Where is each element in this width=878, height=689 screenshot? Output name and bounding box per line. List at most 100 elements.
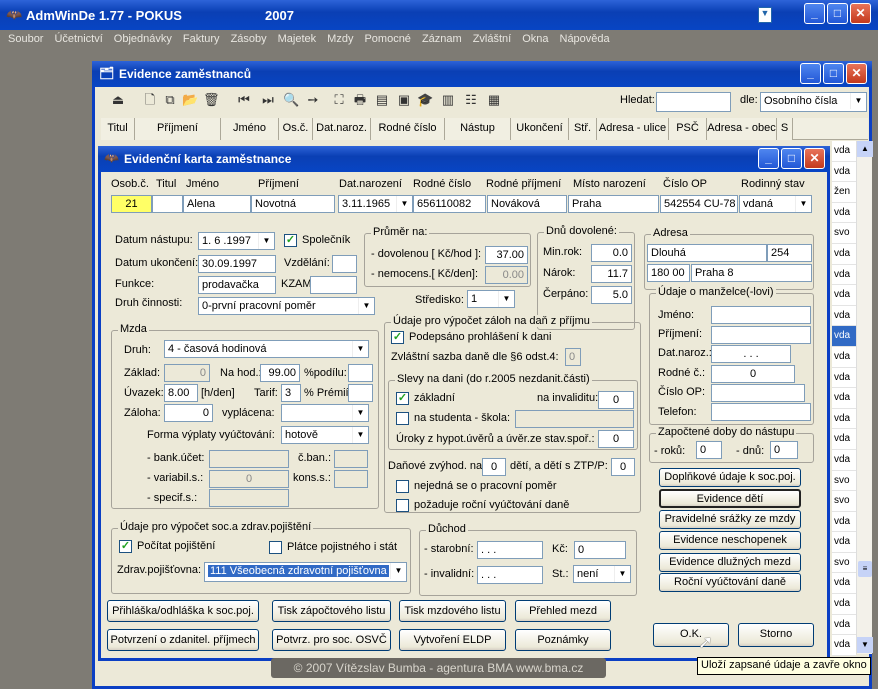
chevron-down-icon[interactable]: ▼	[498, 291, 514, 307]
spolecnik-checkbox[interactable]: ✓	[284, 234, 297, 247]
kzam-field[interactable]	[310, 276, 357, 294]
search-input[interactable]	[656, 92, 731, 112]
menu-item-0[interactable]: Soubor	[8, 33, 43, 45]
side-button[interactable]: Evidence neschopenek	[659, 531, 801, 550]
column-header[interactable]: Jméno	[221, 118, 279, 140]
zaklad-field[interactable]: 0	[164, 364, 210, 382]
chevron-down-icon[interactable]: ▼	[850, 93, 866, 109]
close-button[interactable]: ✕	[850, 3, 871, 24]
minimize-button[interactable]: _	[804, 3, 825, 24]
vyplacena-select[interactable]: ▼	[281, 404, 369, 422]
prijmeni-field[interactable]: Novotná	[251, 195, 335, 213]
studenta-checkbox[interactable]	[396, 412, 409, 425]
tarif-field[interactable]: 3	[281, 384, 301, 402]
list-item[interactable]: vda	[832, 615, 856, 636]
m-op-field[interactable]	[711, 384, 805, 402]
scroll-thumb[interactable]: ≡	[858, 561, 872, 577]
column-header[interactable]: PSČ	[669, 118, 707, 140]
uroky-field[interactable]: 0	[598, 430, 634, 448]
app-flag-icon[interactable]: ▼	[758, 7, 772, 23]
zakladni-checkbox[interactable]: ✓	[396, 392, 409, 405]
scroll-up-icon[interactable]: ▲	[857, 141, 873, 157]
find-icon[interactable]: 🔍	[283, 92, 299, 108]
list-item[interactable]: vda	[832, 450, 856, 471]
narozeni-field[interactable]: 3.11.1965 ▼	[338, 195, 413, 213]
obec-field[interactable]: Praha 8	[691, 264, 812, 282]
karta-close-button[interactable]: ✕	[804, 148, 825, 169]
vzdelani-field[interactable]	[332, 255, 357, 273]
side-button[interactable]: Doplňkové údaje k soc.poj.	[659, 468, 801, 487]
menu-item-7[interactable]: Pomocné	[364, 33, 410, 45]
chevron-down-icon[interactable]: ▼	[352, 405, 368, 421]
list-item[interactable]: vda	[832, 532, 856, 553]
roku-field[interactable]: 0	[696, 441, 722, 459]
exit-icon[interactable]: ⏏	[110, 92, 126, 108]
list-item[interactable]: vda	[832, 388, 856, 409]
maximize-button[interactable]: □	[827, 3, 848, 24]
first-icon[interactable]: ⏮	[236, 92, 252, 108]
column-header[interactable]: Dat.naroz.	[313, 118, 371, 140]
menu-item-3[interactable]: Faktury	[183, 33, 220, 45]
column-header[interactable]: Příjmení	[135, 118, 221, 140]
cerpano-field[interactable]: 5.0	[591, 286, 632, 304]
titul-field[interactable]	[152, 195, 183, 213]
list-item[interactable]: vda	[832, 244, 856, 265]
open-icon[interactable]: 📂	[182, 92, 198, 108]
evidence-minimize-button[interactable]: _	[800, 63, 821, 84]
side-button[interactable]: Evidence dětí	[659, 489, 801, 508]
menu-item-9[interactable]: Zvláštní	[473, 33, 512, 45]
ok-button[interactable]: O.K.	[653, 623, 729, 647]
studenta-field[interactable]	[515, 410, 634, 428]
menu-item-6[interactable]: Mzdy	[327, 33, 353, 45]
column-header[interactable]: Stř.	[569, 118, 597, 140]
pocitat-checkbox[interactable]: ✓	[119, 540, 132, 553]
list-item[interactable]: vda	[832, 429, 856, 450]
karta-maximize-button[interactable]: □	[781, 148, 802, 169]
rodne-field[interactable]: 656110082	[413, 195, 486, 213]
menu-item-8[interactable]: Záznam	[422, 33, 462, 45]
delete-icon[interactable]: 🗑	[203, 92, 220, 108]
zaloha-field[interactable]: 0	[164, 404, 213, 422]
copy-icon[interactable]: ⧉	[162, 92, 178, 108]
list-item[interactable]: vda	[832, 594, 856, 615]
menu-item-5[interactable]: Majetek	[278, 33, 317, 45]
side-button[interactable]: Evidence dlužných mezd	[659, 553, 801, 572]
m-rodne-field[interactable]: 0	[711, 365, 795, 383]
storno-button[interactable]: Storno	[738, 623, 814, 647]
mzda-druh-select[interactable]: 4 - časová hodinová ▼	[164, 340, 369, 358]
menu-item-11[interactable]: Nápověda	[560, 33, 610, 45]
chevron-down-icon[interactable]: ▼	[258, 233, 274, 249]
grid-scrollbar[interactable]: ▲ ≡ ▼	[856, 141, 873, 654]
list-item[interactable]: svo	[832, 491, 856, 512]
premii-field[interactable]	[348, 384, 373, 402]
zvyhod-field[interactable]: 0	[482, 458, 506, 476]
column-header[interactable]: Nástup	[445, 118, 511, 140]
invalidita-field[interactable]: 0	[598, 391, 634, 409]
dovolenou-field[interactable]: 37.00	[485, 246, 528, 264]
bottom-button[interactable]: Potvrzení o zdanitel. příjmech	[107, 629, 259, 651]
evidence-maximize-button[interactable]: □	[823, 63, 844, 84]
funkce-field[interactable]: prodavačka	[198, 276, 276, 294]
bottom-button[interactable]: Poznámky	[515, 629, 611, 651]
list-item[interactable]: vda	[832, 285, 856, 306]
bottom-button[interactable]: Tisk zápočtového listu	[272, 600, 391, 622]
next-icon[interactable]: ➙	[305, 92, 321, 108]
invalidni-field[interactable]: . . .	[477, 566, 543, 584]
list-item[interactable]: vda	[832, 512, 856, 533]
nemocens-field[interactable]: 0.00	[485, 266, 528, 284]
cislo-field[interactable]: 254	[767, 244, 812, 262]
specif-field[interactable]	[209, 489, 289, 507]
ulice-field[interactable]: Dlouhá	[647, 244, 767, 262]
bottom-button[interactable]: Přihláška/odhláška k soc.poj.	[107, 600, 259, 622]
kc-field[interactable]: 0	[574, 541, 626, 559]
dnu-field[interactable]: 0	[770, 441, 798, 459]
variabil-field[interactable]: 0	[209, 470, 289, 488]
forma-select[interactable]: hotově ▼	[281, 426, 369, 444]
bottom-button[interactable]: Vytvoření ELDP	[399, 629, 506, 651]
chevron-down-icon[interactable]: ▼	[390, 563, 406, 579]
uvazek-field[interactable]: 8.00	[164, 384, 198, 402]
chevron-down-icon[interactable]: ▼	[352, 427, 368, 443]
side-button[interactable]: Pravidelné srážky ze mzdy	[659, 510, 801, 529]
m-jmeno-field[interactable]	[711, 306, 811, 324]
sazba-field[interactable]: 0	[565, 348, 581, 366]
